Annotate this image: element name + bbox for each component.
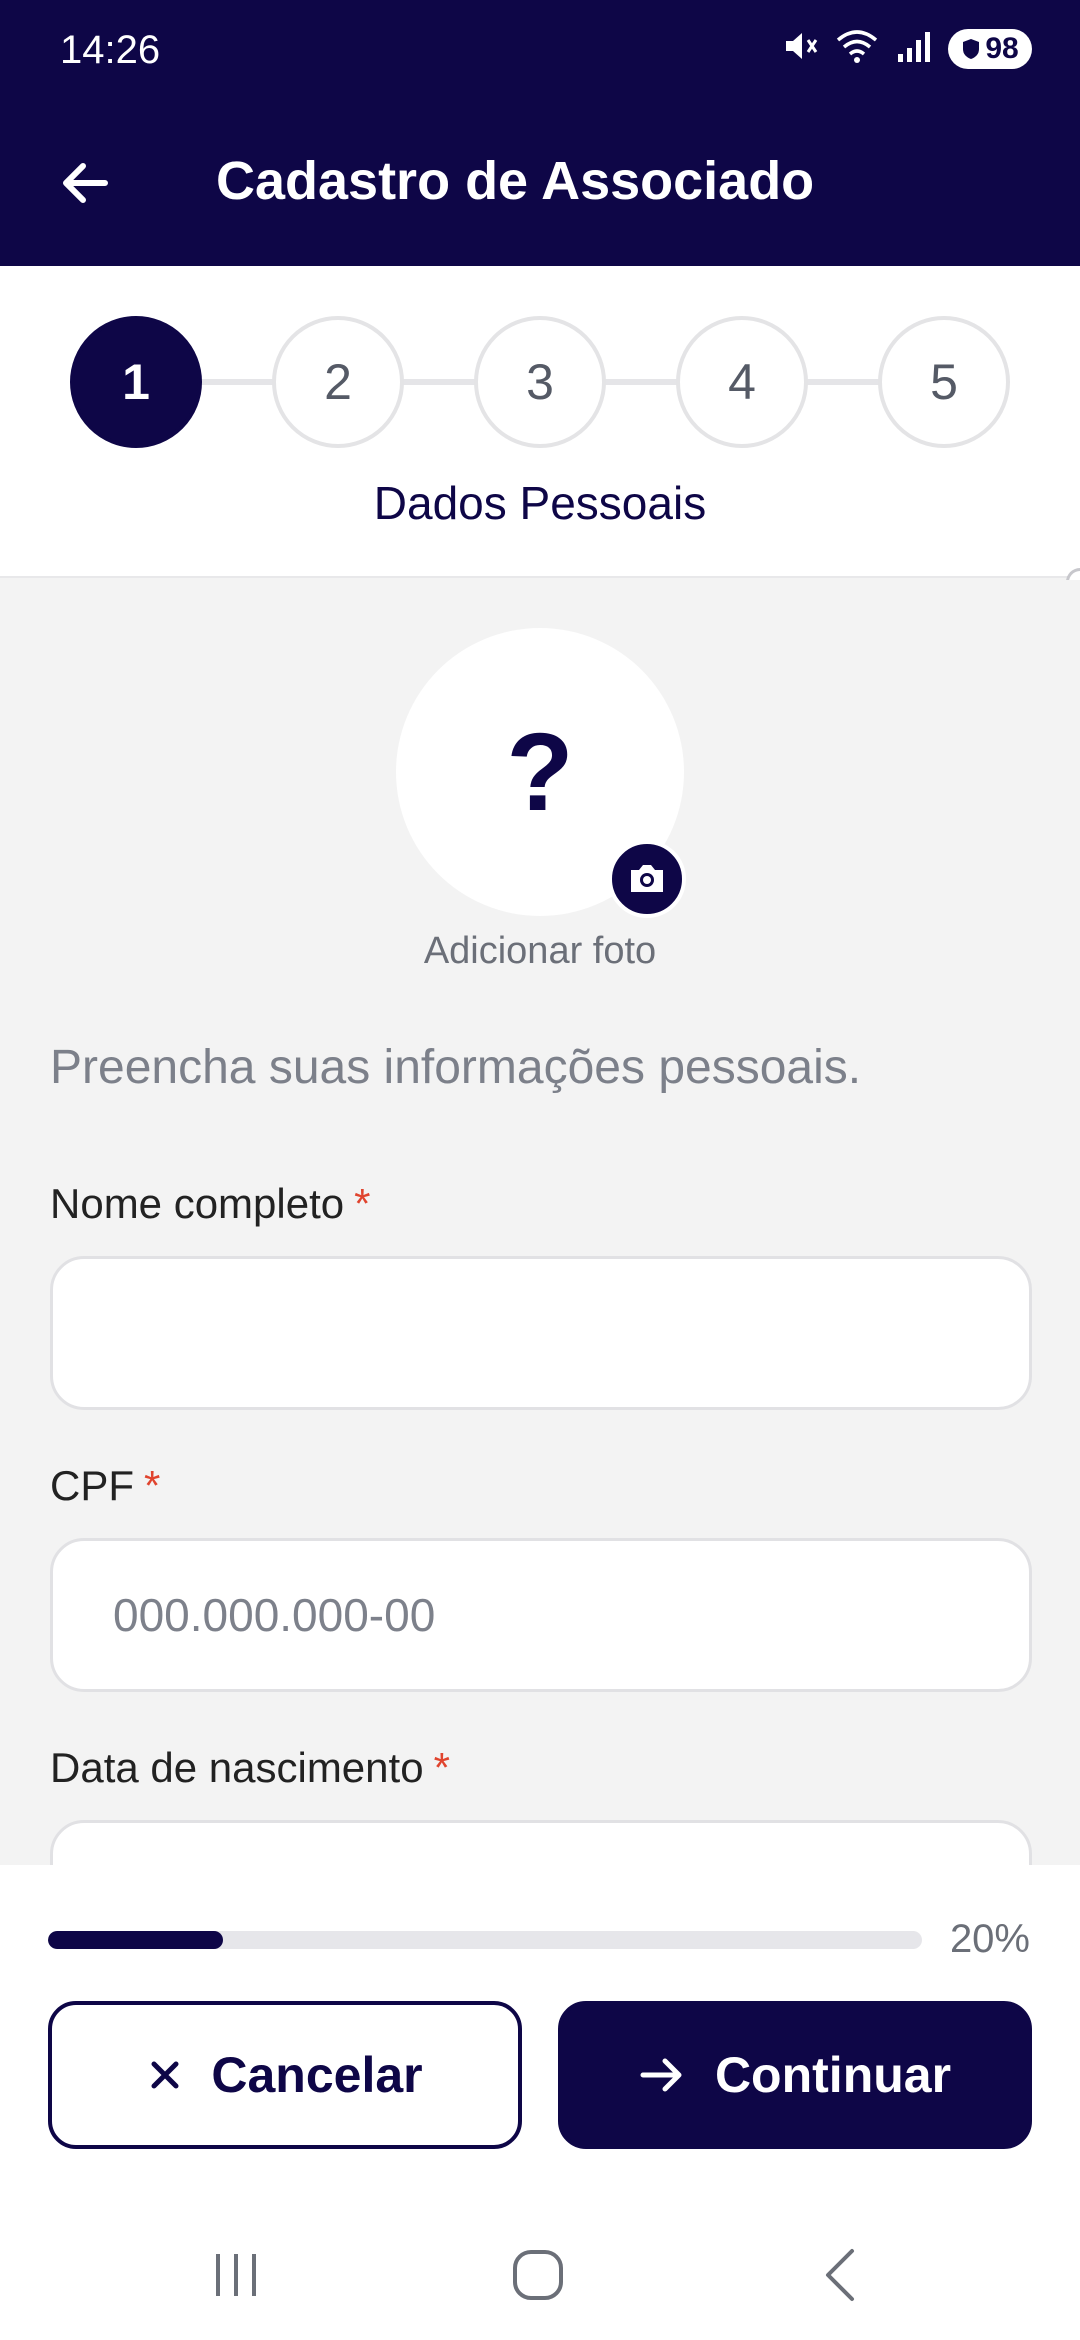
question-mark-icon: ? (506, 710, 574, 834)
required-marker: * (433, 1744, 450, 1791)
step-1: 1 (70, 316, 202, 448)
status-icons: 98 (780, 26, 1032, 71)
camera-icon (631, 865, 663, 892)
status-time: 14:26 (60, 28, 161, 72)
cancel-button[interactable]: Cancelar (48, 2001, 522, 2149)
required-marker: * (354, 1180, 371, 1227)
recent-apps-icon (216, 2254, 256, 2296)
birth-date-input[interactable] (50, 1820, 1032, 1865)
battery-level: 98 (985, 31, 1019, 65)
status-bar: 14:26 98 (0, 0, 1080, 100)
full-name-label: Nome completo * (50, 1180, 370, 1228)
birth-date-label-text: Data de nascimento (50, 1744, 424, 1791)
continue-label: Continuar (714, 2047, 952, 2103)
cpf-input[interactable] (50, 1538, 1032, 1692)
required-marker: * (144, 1462, 161, 1509)
birth-date-label: Data de nascimento * (50, 1744, 450, 1792)
cpf-label-text: CPF (50, 1462, 134, 1509)
progress-percent: 20% (949, 1917, 1030, 1961)
home-button[interactable] (488, 2240, 588, 2310)
system-nav-bar (0, 2200, 1080, 2340)
page-title: Cadastro de Associado (216, 151, 815, 211)
battery-icon: 98 (948, 28, 1032, 69)
mute-icon (780, 26, 820, 71)
step-5: 5 (878, 316, 1010, 448)
step-4: 4 (676, 316, 808, 448)
progress-fill (48, 1931, 223, 1949)
cpf-label: CPF * (50, 1462, 160, 1510)
progress-bar (48, 1931, 922, 1949)
full-name-input[interactable] (50, 1256, 1032, 1410)
form-intro: Preencha suas informações pessoais. (50, 1041, 862, 1094)
form-content: ? Adicionar foto Preencha suas informaçõ… (0, 580, 1080, 1865)
close-icon (151, 2061, 179, 2089)
recent-apps-button[interactable] (186, 2240, 286, 2310)
step-2: 2 (272, 316, 404, 448)
step-3: 3 (474, 316, 606, 448)
wifi-icon (834, 26, 880, 71)
signal-icon (894, 26, 934, 71)
chevron-left-icon (826, 2249, 854, 2301)
continue-button[interactable]: Continuar (558, 2001, 1032, 2149)
back-button[interactable] (50, 148, 120, 218)
home-icon (513, 2250, 563, 2300)
arrow-right-icon (640, 2058, 682, 2092)
stepper: 1 2 3 4 5 Dados Pessoais (0, 266, 1080, 578)
cancel-label: Cancelar (211, 2047, 423, 2103)
arrow-left-icon (63, 163, 108, 203)
add-photo-label[interactable]: Adicionar foto (0, 930, 1080, 973)
add-photo-button[interactable] (608, 840, 686, 918)
full-name-label-text: Nome completo (50, 1180, 345, 1227)
app-bar: Cadastro de Associado (0, 100, 1080, 266)
current-step-label: Dados Pessoais (373, 477, 707, 529)
system-back-button[interactable] (790, 2240, 890, 2310)
